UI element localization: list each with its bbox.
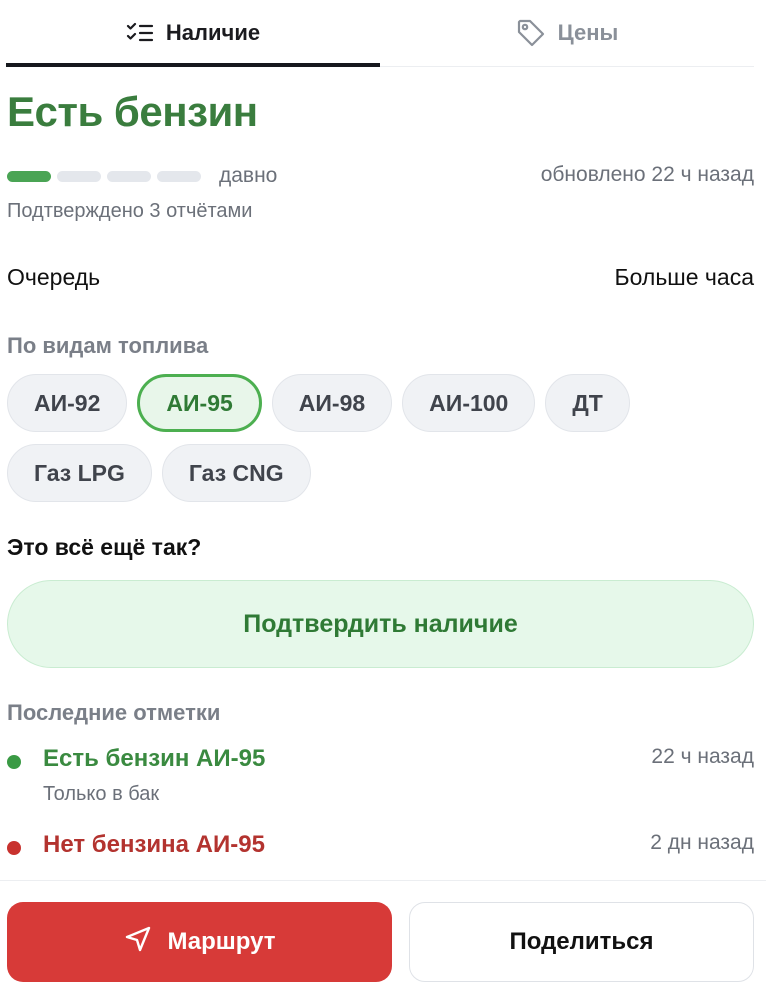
freshness-indicator: давно bbox=[7, 164, 277, 188]
fuel-types-heading: По видам топлива bbox=[7, 333, 209, 358]
report-item: Есть бензин АИ-95 Только в бак 22 ч наза… bbox=[7, 740, 754, 810]
fuel-chip-ai98[interactable]: АИ-98 bbox=[271, 374, 393, 432]
status-dot bbox=[7, 755, 21, 769]
report-title: Есть бензин АИ-95 bbox=[43, 745, 266, 772]
tab-availability-label: Наличие bbox=[165, 20, 261, 45]
freshness-label: давно bbox=[219, 164, 278, 187]
fuel-chip-ai100[interactable]: АИ-100 bbox=[402, 374, 536, 432]
fuel-chip-lpg[interactable]: Газ LPG bbox=[7, 444, 152, 502]
tab-availability[interactable]: Наличие bbox=[6, 0, 380, 67]
divider bbox=[0, 880, 766, 881]
navigation-arrow-icon bbox=[123, 924, 153, 961]
updated-time: обновлено 22 ч назад bbox=[540, 163, 754, 186]
fuel-chip-cng[interactable]: Газ CNG bbox=[161, 444, 311, 502]
confirm-availability-button[interactable]: Подтвердить наличие bbox=[7, 580, 754, 668]
fuel-chip-ai92[interactable]: АИ-92 bbox=[7, 374, 128, 432]
confirm-question: Это всё ещё так? bbox=[7, 534, 202, 560]
checklist-icon bbox=[126, 21, 154, 45]
report-note: Только в бак bbox=[43, 783, 160, 805]
confirmed-count: Подтверждено 3 отчётами bbox=[7, 200, 253, 222]
freshness-segment bbox=[157, 170, 201, 182]
tab-prices[interactable]: Цены bbox=[380, 0, 754, 66]
price-tag-icon bbox=[516, 18, 546, 48]
share-button[interactable]: Поделиться bbox=[409, 902, 754, 982]
status-title: Есть бензин bbox=[7, 88, 258, 135]
freshness-segment bbox=[57, 170, 101, 182]
tab-bar: Наличие Цены bbox=[6, 0, 754, 67]
report-item: Нет бензина АИ-95 2 дн назад bbox=[7, 826, 754, 866]
fuel-type-chips: АИ-92 АИ-95 АИ-98 АИ-100 ДТ Газ LPG Газ … bbox=[7, 374, 727, 502]
fuel-chip-diesel[interactable]: ДТ bbox=[545, 374, 630, 432]
report-time: 22 ч назад bbox=[651, 745, 754, 768]
route-button-label: Маршрут bbox=[167, 928, 276, 955]
freshness-segment bbox=[7, 170, 51, 182]
recent-reports-heading: Последние отметки bbox=[7, 700, 221, 725]
queue-label: Очередь bbox=[7, 264, 101, 290]
tab-prices-label: Цены bbox=[557, 20, 619, 45]
report-time: 2 дн назад bbox=[650, 831, 754, 854]
queue-value: Больше часа bbox=[614, 264, 754, 290]
freshness-segment bbox=[107, 170, 151, 182]
route-button[interactable]: Маршрут bbox=[7, 902, 392, 982]
fuel-chip-ai95[interactable]: АИ-95 bbox=[137, 374, 262, 432]
report-title: Нет бензина АИ-95 bbox=[43, 831, 265, 858]
status-dot bbox=[7, 841, 21, 855]
